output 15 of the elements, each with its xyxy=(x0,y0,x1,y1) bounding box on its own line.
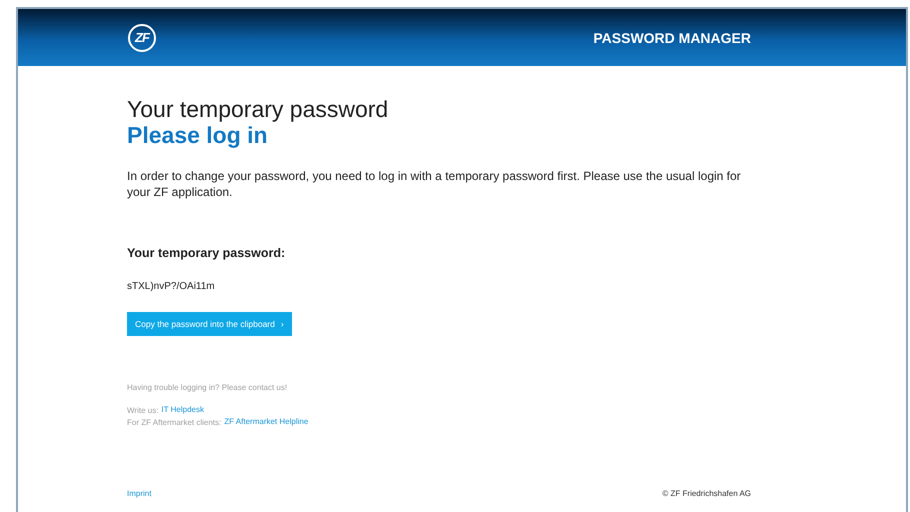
imprint-link[interactable]: Imprint xyxy=(127,489,152,498)
copyright-text: © ZF Friedrichshafen AG xyxy=(662,489,751,498)
intro-text: In order to change your password, you need to log in with a temporary password first. Please use the usual login for your ZF application. xyxy=(127,168,742,200)
contact-label: Write us: xyxy=(127,405,158,417)
help-text: Having trouble logging in? Please contact us! xyxy=(127,382,288,394)
password-label: Your temporary password: xyxy=(127,246,286,260)
contact-link[interactable]: IT Helpdesk xyxy=(161,405,204,417)
contact-label: For ZF Aftermarket clients: xyxy=(127,417,222,429)
page-subheading: Please log in xyxy=(127,122,269,148)
page-heading: Your temporary password xyxy=(127,96,390,122)
password-text: sTXL)nvP?/OAi11m xyxy=(127,281,216,292)
header-title: PASSWORD MANAGER xyxy=(593,30,751,46)
contact-link[interactable]: ZF Aftermarket Helpline xyxy=(224,417,308,429)
logo: ZF xyxy=(128,24,156,52)
copy-button[interactable]: Copy the password into the clipboard › xyxy=(127,312,292,336)
